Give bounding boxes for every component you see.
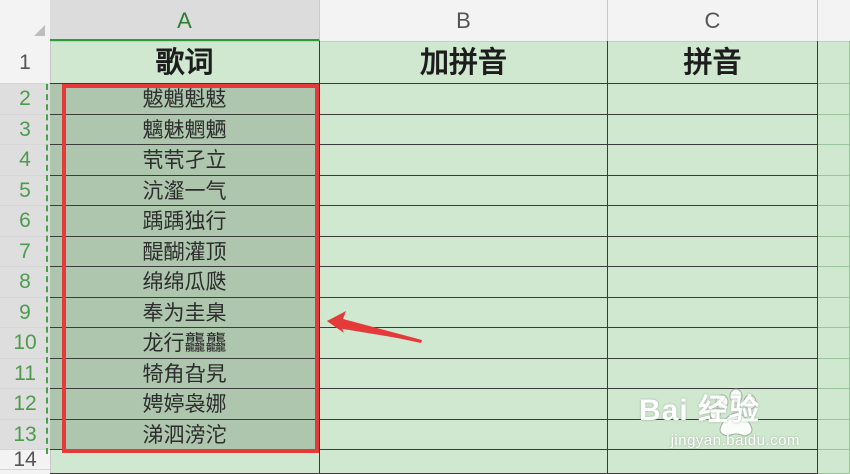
cell-d6[interactable]	[818, 206, 850, 237]
row-header-4[interactable]: 4	[0, 145, 50, 176]
cell-d10[interactable]	[818, 328, 850, 359]
cell-b7[interactable]	[320, 236, 608, 267]
cell-b14[interactable]	[320, 450, 608, 474]
cell-d13[interactable]	[818, 419, 850, 450]
row-header-10[interactable]: 10	[0, 328, 50, 359]
cell-a2[interactable]: 魃魈魁鬾	[50, 84, 320, 115]
watermark-url: jingyan.baidu.com	[670, 432, 800, 449]
row-header-3[interactable]: 3	[0, 114, 50, 145]
cell-d2[interactable]	[818, 84, 850, 115]
cell-b13[interactable]	[320, 419, 608, 450]
cell-a6[interactable]: 踽踽独行	[50, 206, 320, 237]
row-header-1[interactable]: 1	[0, 41, 50, 84]
row-header-13[interactable]: 13	[0, 419, 50, 450]
cell-a8[interactable]: 绵绵瓜瓞	[50, 267, 320, 298]
cell-a1-header[interactable]: 歌词	[50, 41, 320, 84]
cell-a4[interactable]: 茕茕孑立	[50, 145, 320, 176]
cell-c9[interactable]	[608, 297, 818, 328]
select-all-corner[interactable]	[0, 0, 51, 41]
row-header-7[interactable]: 7	[0, 236, 50, 267]
cell-b11[interactable]	[320, 358, 608, 389]
cell-d5[interactable]	[818, 175, 850, 206]
cell-d3[interactable]	[818, 114, 850, 145]
cell-d14[interactable]	[818, 450, 850, 474]
cell-c2[interactable]	[608, 84, 818, 115]
cell-b12[interactable]	[320, 389, 608, 420]
cell-c10[interactable]	[608, 328, 818, 359]
cell-b5[interactable]	[320, 175, 608, 206]
cell-a12[interactable]: 娉婷袅娜	[50, 389, 320, 420]
cell-b9[interactable]	[320, 297, 608, 328]
row-header-9[interactable]: 9	[0, 297, 50, 328]
cell-c6[interactable]	[608, 206, 818, 237]
cell-a7[interactable]: 醍醐灌顶	[50, 236, 320, 267]
cell-a3[interactable]: 魑魅魍魉	[50, 114, 320, 145]
cell-b1-header[interactable]: 加拼音	[320, 41, 608, 84]
column-header-c[interactable]: C	[608, 0, 818, 41]
corner-triangle-icon	[34, 25, 45, 36]
row-header-14[interactable]: 14	[0, 449, 50, 470]
cell-c14[interactable]	[608, 450, 818, 474]
cell-b3[interactable]	[320, 114, 608, 145]
cell-d7[interactable]	[818, 236, 850, 267]
row-header-8[interactable]: 8	[0, 267, 50, 298]
cell-c1-header[interactable]: 拼音	[608, 41, 818, 84]
cell-a10[interactable]: 龙行龘龘	[50, 328, 320, 359]
cell-d4[interactable]	[818, 145, 850, 176]
cell-c7[interactable]	[608, 236, 818, 267]
cell-b4[interactable]	[320, 145, 608, 176]
cell-d1[interactable]	[818, 41, 850, 84]
cell-b8[interactable]	[320, 267, 608, 298]
row-header-2[interactable]: 2	[0, 84, 50, 115]
cell-c4[interactable]	[608, 145, 818, 176]
cell-d9[interactable]	[818, 297, 850, 328]
row-header-5[interactable]: 5	[0, 175, 50, 206]
cell-c5[interactable]	[608, 175, 818, 206]
cell-b6[interactable]	[320, 206, 608, 237]
cell-a14[interactable]	[50, 450, 320, 474]
cell-b10[interactable]	[320, 328, 608, 359]
cell-c8[interactable]	[608, 267, 818, 298]
cell-a13[interactable]: 涕泗滂沱	[50, 419, 320, 450]
watermark-logo-text: Bai 经验	[638, 394, 760, 427]
row-header-6[interactable]: 6	[0, 206, 50, 237]
cell-d11[interactable]	[818, 358, 850, 389]
cell-a5[interactable]: 沆瀣一气	[50, 175, 320, 206]
cell-b2[interactable]	[320, 84, 608, 115]
column-header-a[interactable]: A	[50, 0, 320, 41]
column-header-b[interactable]: B	[320, 0, 608, 41]
spreadsheet: A B C 1 2 3 4 5 6 7 8 9 10 11 12 13 14 歌词 加拼音 拼音 魃魈魁鬾…	[0, 0, 850, 474]
row-header-12[interactable]: 12	[0, 389, 50, 420]
cell-c3[interactable]	[608, 114, 818, 145]
cell-d12[interactable]	[818, 389, 850, 420]
cell-a11[interactable]: 犄角旮旯	[50, 358, 320, 389]
cell-d8[interactable]	[818, 267, 850, 298]
cell-a9[interactable]: 奉为圭臬	[50, 297, 320, 328]
row-header-11[interactable]: 11	[0, 358, 50, 389]
